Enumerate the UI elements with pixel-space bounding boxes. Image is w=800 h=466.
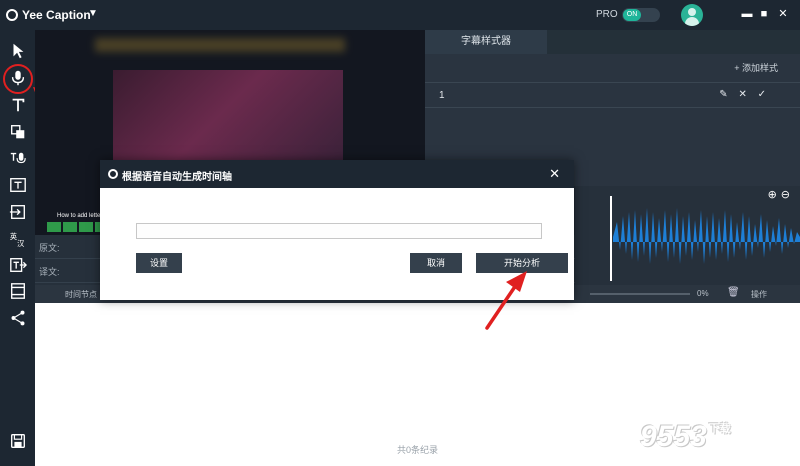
operation-column-header: 操作 [751,290,767,299]
layers-icon[interactable] [8,123,28,143]
style-row-actions-icon[interactable]: ✎ ✕ ✓ [719,89,770,100]
source-label: 原文: [39,243,60,253]
voice-text-icon[interactable] [8,150,28,170]
share-icon[interactable] [8,309,28,329]
video-caption: How to add letters [57,213,106,219]
analysis-progress-field [136,223,542,239]
time-column-header: 时间节点 [65,290,97,299]
app-logo-icon [6,9,18,21]
film-icon[interactable] [8,282,28,302]
blurred-banner [95,38,345,52]
close-icon[interactable]: ✕ [549,166,560,182]
playhead[interactable] [610,196,612,281]
watermark: 9553 下载 [640,420,731,454]
watermark-suffix: 下载 [708,423,731,435]
text-icon[interactable] [8,96,28,116]
svg-text:汉: 汉 [17,239,24,248]
panel-tab-bar: 字幕样式器 [425,30,800,54]
watermark-text: 9553 [640,420,707,453]
translate-icon[interactable]: 英汉 [8,230,28,250]
waveform-panel[interactable]: ⊕⊖ [575,186,800,286]
red-arrow-start [485,271,527,330]
save-icon[interactable] [8,432,28,452]
export-text-icon[interactable] [8,256,28,276]
cancel-button[interactable]: 取消 [410,253,462,273]
trash-icon[interactable]: 🗑 [727,287,740,298]
waveform [613,208,800,264]
svg-text:英: 英 [10,232,17,241]
maximize-button[interactable]: ■ [757,7,771,21]
dialog-logo-icon [108,169,118,179]
chevron-down-icon[interactable]: ▼ [88,8,98,19]
add-style-button[interactable]: + 添加样式 [734,61,778,74]
avatar[interactable] [681,4,703,26]
dialog-header: 根据语音自动生成时间轴 ✕ [100,160,574,188]
close-button[interactable]: ✕ [776,7,790,21]
app-title: Yee Caption [22,8,91,22]
zoom-icons[interactable]: ⊕⊖ [768,188,794,201]
progress-bar [590,293,690,295]
import-text-icon[interactable] [8,203,28,223]
toggle-knob: ON [623,9,641,21]
translation-label: 译文: [39,267,60,277]
minimize-button[interactable]: ▬ [740,7,754,21]
settings-button[interactable]: 设置 [136,253,182,273]
cursor-icon[interactable] [8,42,28,62]
progress-percent: 0% [697,289,709,298]
text-box-icon[interactable] [8,176,28,196]
dialog-title: 根据语音自动生成时间轴 [122,172,232,183]
tab-subtitle-style[interactable]: 字幕样式器 [425,30,547,54]
style-row[interactable]: 1 ✎ ✕ ✓ [425,82,800,108]
style-row-number: 1 [439,90,445,101]
microphone-icon[interactable] [8,69,28,89]
pro-label: PRO [596,9,618,20]
pro-toggle[interactable]: ON [622,8,660,22]
title-bar: Yee Caption ▼ PRO ON ▬ ■ ✕ [0,0,800,30]
